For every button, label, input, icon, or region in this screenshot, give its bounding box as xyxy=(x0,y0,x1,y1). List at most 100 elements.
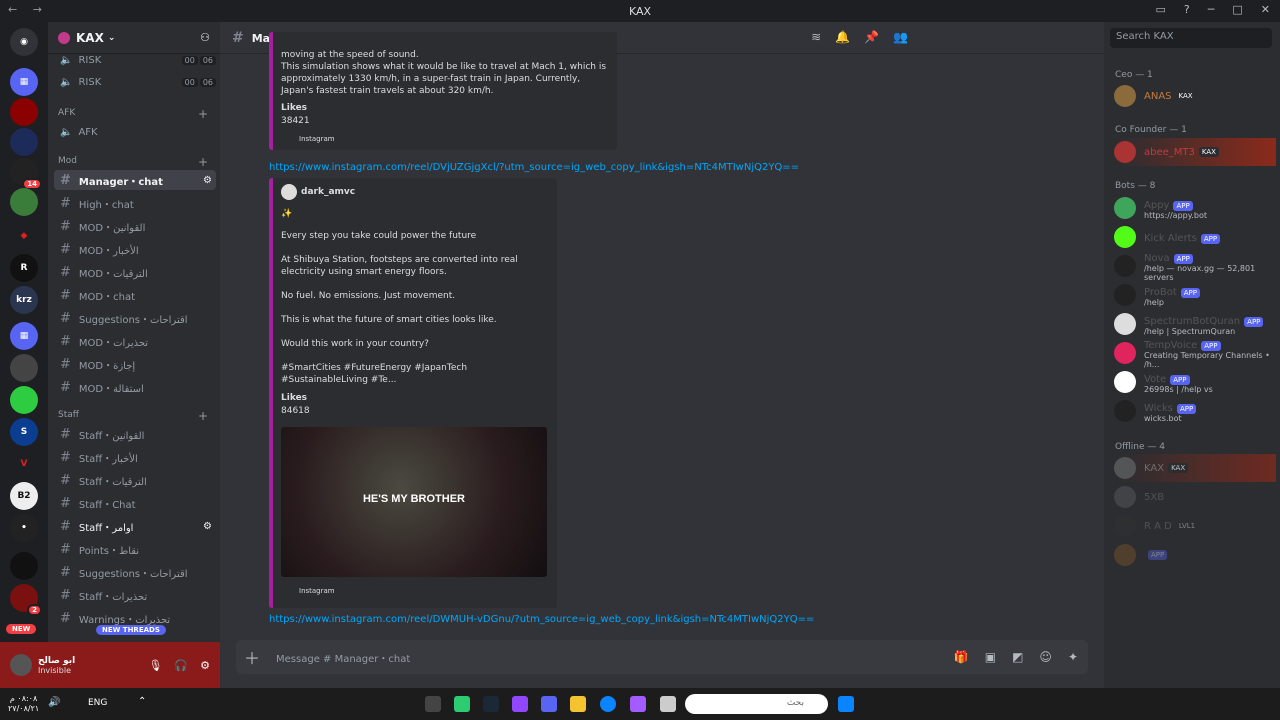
instagram-link-2[interactable]: https://www.instagram.com/reel/DWMUH-vDG… xyxy=(269,614,814,625)
member-row[interactable]: SpectrumBotQuran APP/help | SpectrumQuran xyxy=(1114,310,1276,338)
category-mod[interactable]: Mod + xyxy=(58,155,208,169)
taskview-icon[interactable] xyxy=(660,696,676,712)
member-row[interactable]: R A D LVL1 xyxy=(1114,512,1276,540)
taskbar-search[interactable]: بحث xyxy=(685,694,828,714)
server-icon-4[interactable] xyxy=(10,188,38,216)
copilot-icon[interactable] xyxy=(630,696,646,712)
channel-staff-chat[interactable]: # Staff・Chat xyxy=(54,493,216,513)
bell-icon[interactable]: 🔔 xyxy=(835,30,850,44)
threads-icon[interactable]: ≋ xyxy=(811,30,821,44)
mic-icon[interactable]: 🎙 xyxy=(148,659,162,672)
member-row[interactable]: 5XB xyxy=(1114,483,1276,511)
steam-icon[interactable] xyxy=(483,696,499,712)
channel-points[interactable]: # Points・نقاط xyxy=(54,539,216,559)
nav-arrows[interactable]: ← → xyxy=(8,3,48,16)
member-row[interactable]: ANAS KAX xyxy=(1114,82,1276,110)
video-thumbnail[interactable]: HE'S MY BROTHER xyxy=(281,427,547,577)
member-row[interactable]: TempVoice APP Creating Temporary Channels … xyxy=(1114,339,1276,369)
message-input[interactable]: Message # Manager・chat xyxy=(276,650,410,665)
server-icon-5[interactable]: ◆ xyxy=(10,222,38,250)
channel-staff-warnings[interactable]: # Staff・تحذيرات xyxy=(54,585,216,605)
chevron-up-icon[interactable]: ⌃ xyxy=(138,696,146,707)
close-icon[interactable]: ✕ xyxy=(1261,3,1270,16)
server-icon-13[interactable]: • xyxy=(10,514,38,542)
inbox-icon[interactable]: ▭ xyxy=(1156,3,1166,16)
gift-icon[interactable]: 🎁 xyxy=(954,650,969,664)
app-icon-1[interactable] xyxy=(425,696,441,712)
server-icon-7[interactable]: krz xyxy=(10,286,38,314)
channel-staff-rules[interactable]: # Staff・القوانين xyxy=(54,424,216,444)
channel-mod-resign[interactable]: # MOD・استقالة xyxy=(54,377,216,397)
server-icon-11[interactable]: V xyxy=(10,450,38,478)
add-channel-icon[interactable]: + xyxy=(198,107,208,121)
edge-icon[interactable] xyxy=(600,696,616,712)
discord-taskbar-icon[interactable] xyxy=(541,696,557,712)
channel-mod-warnings[interactable]: # MOD・تحذيرات xyxy=(54,331,216,351)
app-icon-3[interactable] xyxy=(512,696,528,712)
member-row[interactable]: KAX KAX xyxy=(1114,454,1276,482)
plus-icon[interactable]: ＋ xyxy=(244,645,260,669)
minimize-icon[interactable]: ─ xyxy=(1208,3,1215,16)
apps-icon[interactable]: ✦ xyxy=(1068,650,1078,664)
channel-high-chat[interactable]: # High・chat xyxy=(54,193,216,213)
add-channel-icon[interactable]: + xyxy=(198,155,208,169)
server-icon-15[interactable]: 2 xyxy=(10,584,42,616)
channel-mod-leave[interactable]: # MOD・إجازة xyxy=(54,354,216,374)
gif-icon[interactable]: ▣ xyxy=(985,650,996,664)
new-threads-pill[interactable]: NEW THREADS xyxy=(96,625,166,635)
channel-staff-commands[interactable]: # Staff・اوامر ⚙ xyxy=(54,516,216,536)
server-icon-12[interactable]: B2 xyxy=(10,482,38,510)
channel-mod-promotions[interactable]: # MOD・الترقيات xyxy=(54,262,216,282)
channel-mod-rules[interactable]: # MOD・القوانين xyxy=(54,216,216,236)
network-icon[interactable]: 🔊 xyxy=(48,697,60,708)
headphones-icon[interactable]: 🎧 xyxy=(174,659,188,672)
language-indicator[interactable]: ENG xyxy=(88,698,107,708)
help-icon[interactable]: ? xyxy=(1184,3,1190,16)
member-row[interactable]: Appy APP https://appy.bot xyxy=(1114,194,1276,222)
settings-gear-icon[interactable]: ⚙ xyxy=(200,659,210,672)
instagram-link-1[interactable]: https://www.instagram.com/reel/DVjUZGjgX… xyxy=(269,162,799,173)
server-icon-10[interactable]: S xyxy=(10,418,38,446)
windows-start-icon[interactable] xyxy=(838,696,854,712)
embed-author[interactable]: dark_amvc xyxy=(301,186,355,198)
maximize-icon[interactable]: □ xyxy=(1232,3,1242,16)
gear-icon[interactable]: ⚙ xyxy=(203,521,212,532)
server-icon-2[interactable] xyxy=(10,128,38,156)
members-icon[interactable]: 👥 xyxy=(893,30,908,44)
pin-icon[interactable]: 📌 xyxy=(864,30,879,44)
member-row[interactable]: ProBot APP/help xyxy=(1114,281,1276,309)
avatar[interactable] xyxy=(10,654,32,676)
member-row[interactable]: APP xyxy=(1114,541,1276,569)
channel-staff-suggestions[interactable]: # Suggestions・اقتراحات xyxy=(54,562,216,582)
server-icon-3[interactable]: 14 xyxy=(10,158,42,190)
server-icon-1[interactable] xyxy=(10,98,38,126)
gear-icon[interactable]: ⚙ xyxy=(203,175,212,186)
add-channel-icon[interactable]: + xyxy=(198,409,208,423)
server-folder-icon-2[interactable]: ▦ xyxy=(10,322,38,350)
channel-staff-promotions[interactable]: # Staff・الترقيات xyxy=(54,470,216,490)
emoji-icon[interactable]: ☺ xyxy=(1039,650,1052,664)
sticker-icon[interactable]: ◩ xyxy=(1012,650,1023,664)
clock[interactable]: ٠٨:٠٨ م ٢٧/٠٨/٢١ xyxy=(8,694,39,714)
channel-staff-news[interactable]: # Staff・الأخبار xyxy=(54,447,216,467)
server-icon-6[interactable]: R xyxy=(10,254,38,282)
channel-suggestions[interactable]: # Suggestions・اقتراحات xyxy=(54,308,216,328)
message-composer[interactable]: ＋ Message # Manager・chat 🎁 ▣ ◩ ☺ ✦ xyxy=(236,640,1088,674)
server-folder-icon[interactable]: ▦ xyxy=(10,68,38,96)
member-row[interactable]: abee_MT3 KAX xyxy=(1114,138,1276,166)
voice-channel-risk-2[interactable]: 🔈 RISK 00 06 xyxy=(54,72,216,92)
server-icon-14[interactable] xyxy=(10,552,38,580)
add-member-icon[interactable]: ⚇ xyxy=(200,31,210,44)
discord-home-icon[interactable]: ◉ xyxy=(10,28,38,56)
voice-channel-afk[interactable]: 🔈 AFK xyxy=(54,122,216,142)
member-row[interactable]: Wicks APP wicks.bot xyxy=(1114,397,1276,425)
category-afk[interactable]: AFK + xyxy=(58,107,208,121)
server-icon-8[interactable] xyxy=(10,354,38,382)
category-staff[interactable]: Staff + xyxy=(58,409,208,423)
search-input[interactable]: Search KAX xyxy=(1110,28,1272,48)
channel-manager-chat[interactable]: # Manager・chat ⚙ xyxy=(54,170,216,190)
channel-mod-chat[interactable]: # MOD・chat xyxy=(54,285,216,305)
app-icon-2[interactable] xyxy=(454,696,470,712)
member-row[interactable]: Vote APP 26998s | /help vs xyxy=(1114,368,1276,396)
explorer-icon[interactable] xyxy=(570,696,586,712)
